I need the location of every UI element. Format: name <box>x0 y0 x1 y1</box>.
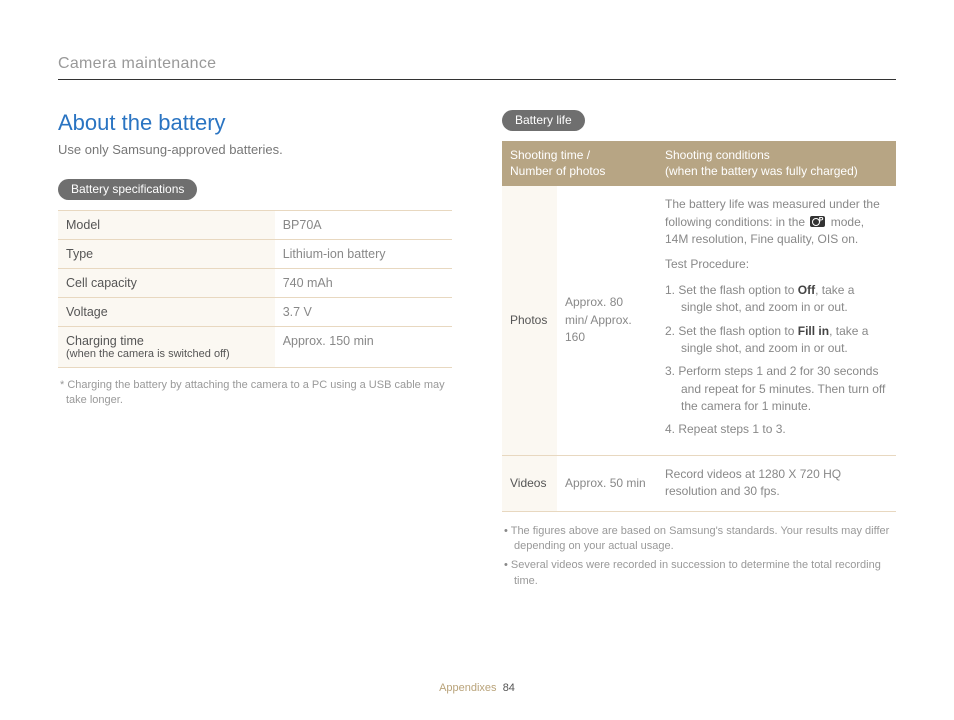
intro-text: Use only Samsung-approved batteries. <box>58 142 452 157</box>
content-columns: About the battery Use only Samsung-appro… <box>58 110 896 593</box>
spec-label: Cell capacity <box>58 269 275 298</box>
life-header-col2: Shooting conditions (when the battery wa… <box>657 141 896 186</box>
photos-row-label: Photos <box>502 186 557 455</box>
left-column: About the battery Use only Samsung-appro… <box>58 110 452 593</box>
videos-row-conditions: Record videos at 1280 X 720 HQ resolutio… <box>657 455 896 511</box>
battery-life-table: Shooting time / Number of photos Shootin… <box>502 141 896 512</box>
spec-label: Type <box>58 240 275 269</box>
table-row: Model BP70A <box>58 211 452 240</box>
footer-section: Appendixes <box>439 682 497 694</box>
battery-specs-table: Model BP70A Type Lithium-ion battery Cel… <box>58 210 452 368</box>
camera-mode-icon <box>810 216 825 227</box>
spec-label: Charging time (when the camera is switch… <box>58 327 275 368</box>
table-row: Voltage 3.7 V <box>58 298 452 327</box>
right-column: Battery life Shooting time / Number of p… <box>502 110 896 593</box>
page-footer: Appendixes 84 <box>0 682 954 694</box>
battery-specs-pill: Battery specifications <box>58 179 197 200</box>
table-row: Videos Approx. 50 min Record videos at 1… <box>502 455 896 511</box>
spec-value: Approx. 150 min <box>275 327 452 368</box>
table-row: Cell capacity 740 mAh <box>58 269 452 298</box>
videos-row-time: Approx. 50 min <box>557 455 657 511</box>
battery-life-pill: Battery life <box>502 110 585 131</box>
specs-footnote: * Charging the battery by attaching the … <box>58 378 452 409</box>
table-header-row: Shooting time / Number of photos Shootin… <box>502 141 896 186</box>
list-item: The figures above are based on Samsung's… <box>502 524 896 555</box>
list-item: Several videos were recorded in successi… <box>502 558 896 589</box>
table-row: Type Lithium-ion battery <box>58 240 452 269</box>
spec-label: Model <box>58 211 275 240</box>
spec-value: 740 mAh <box>275 269 452 298</box>
life-header-col1: Shooting time / Number of photos <box>502 141 657 186</box>
spec-value: 3.7 V <box>275 298 452 327</box>
table-row: Photos Approx. 80 min/ Approx. 160 The b… <box>502 186 896 455</box>
life-footnotes: The figures above are based on Samsung's… <box>502 524 896 590</box>
spec-value: BP70A <box>275 211 452 240</box>
breadcrumb-header: Camera maintenance <box>58 55 896 80</box>
spec-value: Lithium-ion battery <box>275 240 452 269</box>
photos-row-conditions: The battery life was measured under the … <box>657 186 896 455</box>
page-number: 84 <box>503 682 515 694</box>
photos-row-time: Approx. 80 min/ Approx. 160 <box>557 186 657 455</box>
spec-label: Voltage <box>58 298 275 327</box>
videos-row-label: Videos <box>502 455 557 511</box>
table-row: Charging time (when the camera is switch… <box>58 327 452 368</box>
section-title: About the battery <box>58 110 452 136</box>
